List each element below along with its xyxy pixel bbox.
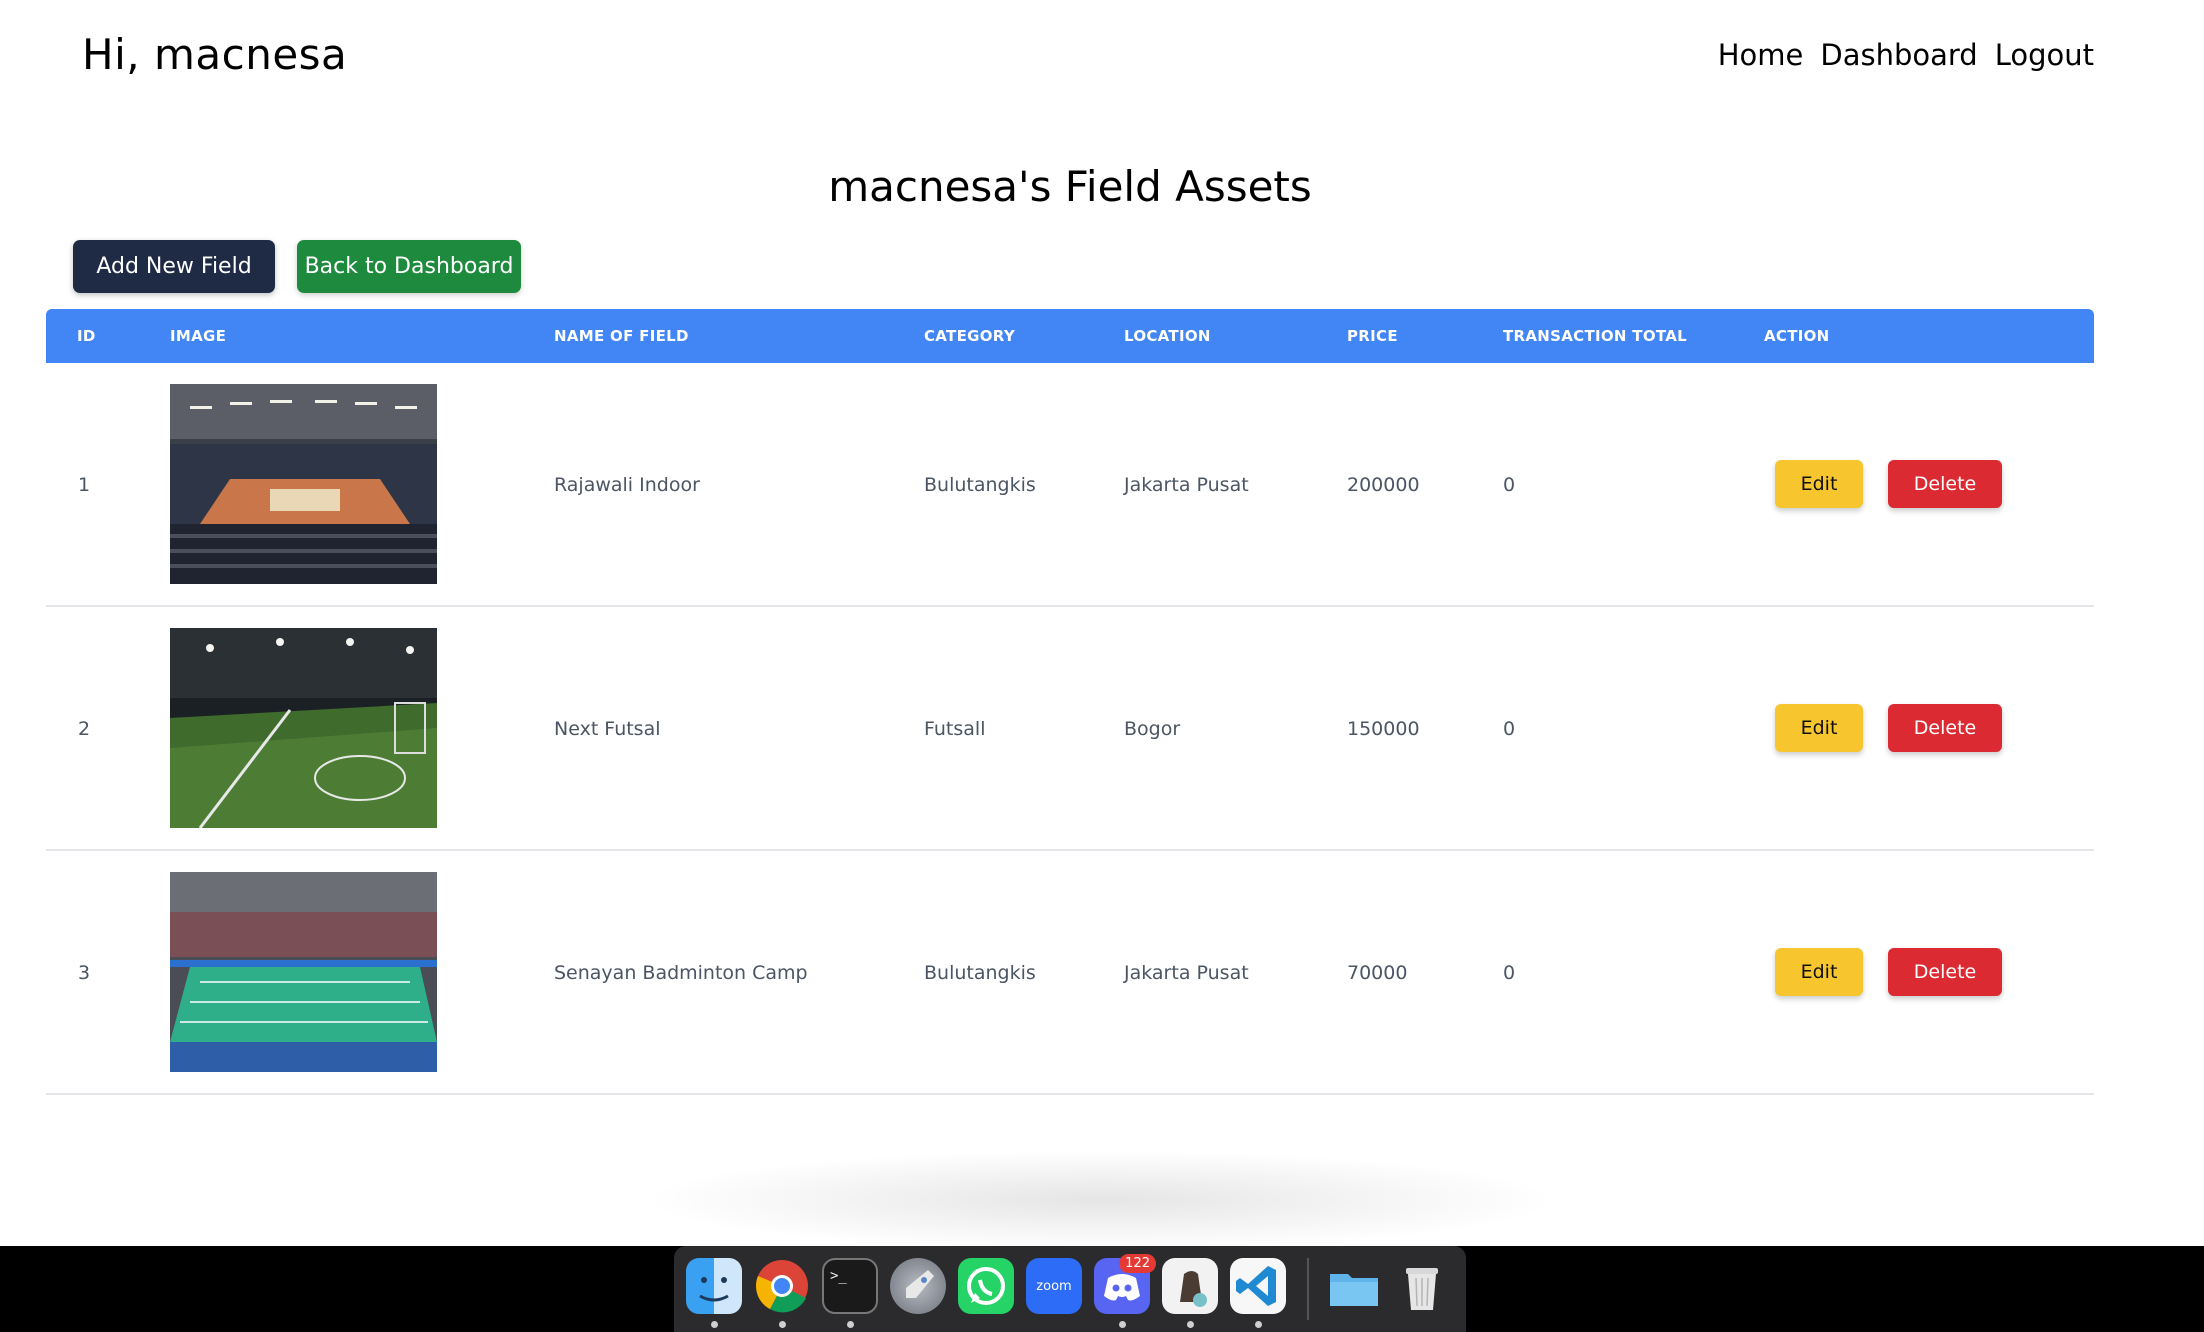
running-indicator xyxy=(711,1321,718,1328)
edit-button[interactable]: Edit xyxy=(1775,948,1863,996)
column-header-image: IMAGE xyxy=(170,327,227,345)
running-indicator xyxy=(1187,1321,1194,1328)
dock-divider xyxy=(1307,1258,1309,1320)
folder-icon[interactable] xyxy=(1326,1258,1382,1314)
trash-icon[interactable] xyxy=(1394,1258,1450,1314)
column-header-action: ACTION xyxy=(1764,327,1830,345)
nav-logout[interactable]: Logout xyxy=(1995,38,2094,72)
table-row: 2 Next Futsal Futsall Bogor 150000 0 Edi… xyxy=(46,607,2094,851)
column-header-price: PRICE xyxy=(1347,327,1398,345)
notification-badge: 122 xyxy=(1119,1254,1156,1273)
cell-category: Futsall xyxy=(924,718,986,740)
cell-name: Next Futsal xyxy=(554,718,661,740)
chrome-icon[interactable] xyxy=(754,1258,810,1314)
app-icon[interactable] xyxy=(1162,1258,1218,1314)
column-header-location: LOCATION xyxy=(1124,327,1211,345)
cell-category: Bulutangkis xyxy=(924,474,1036,496)
vscode-icon[interactable] xyxy=(1230,1258,1286,1314)
greeting: Hi, macnesa xyxy=(82,30,348,79)
zoom-label: zoom xyxy=(1036,1278,1072,1294)
badminton-hall-image xyxy=(170,872,437,1072)
cell-location: Jakarta Pusat xyxy=(1124,474,1249,496)
column-header-name: NAME OF FIELD xyxy=(554,327,689,345)
edit-button[interactable]: Edit xyxy=(1775,704,1863,752)
terminal-icon[interactable]: >_ xyxy=(822,1258,878,1314)
nav-links: Home Dashboard Logout xyxy=(1718,38,2094,72)
table-header: ID IMAGE NAME OF FIELD CATEGORY LOCATION… xyxy=(46,309,2094,363)
delete-button[interactable]: Delete xyxy=(1888,948,2002,996)
running-indicator xyxy=(1119,1321,1126,1328)
add-new-field-button[interactable]: Add New Field xyxy=(73,240,275,293)
running-indicator xyxy=(779,1321,786,1328)
edit-button[interactable]: Edit xyxy=(1775,460,1863,508)
finder-icon[interactable] xyxy=(686,1258,742,1314)
cell-category: Bulutangkis xyxy=(924,962,1036,984)
column-header-transaction-total: TRANSACTION TOTAL xyxy=(1503,327,1688,345)
futsal-field-image xyxy=(170,628,437,828)
cell-price: 70000 xyxy=(1347,962,1408,984)
whatsapp-icon[interactable] xyxy=(958,1258,1014,1314)
zoom-icon[interactable]: zoom xyxy=(1026,1258,1082,1314)
delete-button[interactable]: Delete xyxy=(1888,704,2002,752)
cell-location: Jakarta Pusat xyxy=(1124,962,1249,984)
cell-transaction-total: 0 xyxy=(1503,718,1516,740)
page-title: macnesa's Field Assets xyxy=(828,162,1312,211)
field-assets-table: ID IMAGE NAME OF FIELD CATEGORY LOCATION… xyxy=(46,309,2094,1095)
back-to-dashboard-button[interactable]: Back to Dashboard xyxy=(297,240,521,293)
top-navbar: Hi, macnesa Home Dashboard Logout xyxy=(0,0,2204,112)
running-indicator xyxy=(1255,1321,1262,1328)
cell-id: 1 xyxy=(78,474,91,496)
nav-home[interactable]: Home xyxy=(1718,38,1804,72)
cell-location: Bogor xyxy=(1124,718,1181,740)
discord-icon[interactable]: 122 xyxy=(1094,1254,1156,1314)
cell-price: 150000 xyxy=(1347,718,1420,740)
cell-price: 200000 xyxy=(1347,474,1420,496)
macos-dock: >_ zoom 122 xyxy=(674,1246,1466,1332)
cell-name: Rajawali Indoor xyxy=(554,474,700,496)
indoor-arena-image xyxy=(170,384,437,584)
nav-dashboard[interactable]: Dashboard xyxy=(1820,38,1977,72)
svg-text:>_: >_ xyxy=(830,1268,847,1284)
table-row: 3 Senayan Badminton Camp Bulutangkis Jak… xyxy=(46,851,2094,1095)
running-indicator xyxy=(847,1321,854,1328)
cell-id: 2 xyxy=(78,718,91,740)
table-row: 1 Rajawali Indoor Bulutangkis Jakarta Pu… xyxy=(46,363,2094,607)
cell-id: 3 xyxy=(78,962,91,984)
column-header-id: ID xyxy=(77,327,96,345)
column-header-category: CATEGORY xyxy=(924,327,1015,345)
cell-transaction-total: 0 xyxy=(1503,962,1516,984)
cell-name: Senayan Badminton Camp xyxy=(554,962,808,984)
cell-transaction-total: 0 xyxy=(1503,474,1516,496)
launchpad-icon[interactable] xyxy=(890,1258,946,1314)
dock-shadow xyxy=(640,1150,1560,1250)
delete-button[interactable]: Delete xyxy=(1888,460,2002,508)
